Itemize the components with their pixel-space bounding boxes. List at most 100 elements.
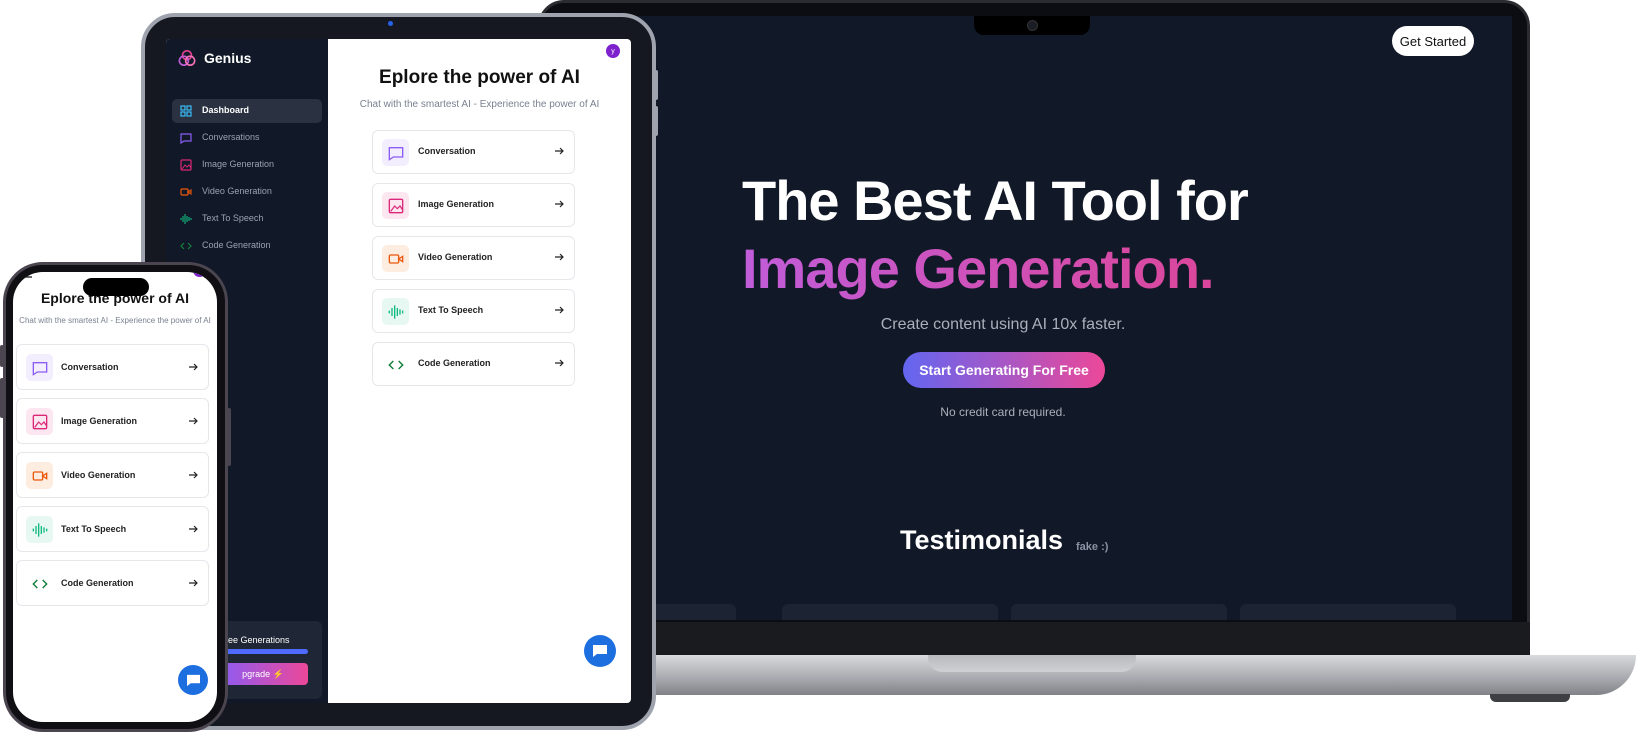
sidebar-item-label: Image Generation xyxy=(202,159,275,169)
upgrade-button[interactable]: pgrade ⚡ xyxy=(218,663,308,685)
page-subtitle: Chat with the smartest AI - Experience t… xyxy=(19,316,211,325)
free-generations-label: ee Generations xyxy=(228,635,290,645)
dynamic-island xyxy=(83,278,149,296)
tool-label: Image Generation xyxy=(61,416,138,426)
get-started-button[interactable]: Get Started xyxy=(1392,26,1474,56)
sidebar-item-code-generation[interactable]: Code Generation xyxy=(172,234,322,258)
tool-icon-box xyxy=(382,192,409,219)
sidebar-item-label: Dashboard xyxy=(202,105,250,115)
phone-button xyxy=(227,408,231,466)
zap-icon: ⚡ xyxy=(272,668,284,679)
tablet-button xyxy=(654,70,658,100)
page-title: Eplore the power of AI xyxy=(379,67,580,88)
arrow-right-icon xyxy=(555,306,564,314)
tool-card-image-generation[interactable]: Image Generation xyxy=(16,398,209,444)
video-icon xyxy=(180,188,192,196)
tool-card-code-generation[interactable]: Code Generation xyxy=(372,342,575,386)
tool-card-text-to-speech[interactable]: Text To Speech xyxy=(372,289,575,333)
tablet-button xyxy=(654,106,658,136)
audio-wave-icon xyxy=(388,304,403,319)
arrow-right-icon xyxy=(189,579,198,587)
tool-icon-box xyxy=(382,351,409,378)
upgrade-label: pgrade xyxy=(242,669,271,679)
sidebar-item-video-generation[interactable]: Video Generation xyxy=(172,180,322,204)
testimonials-title: Testimonials xyxy=(900,525,1064,555)
hero-subtitle: Create content using AI 10x faster. xyxy=(880,316,1126,333)
sidebar-item-label: Code Generation xyxy=(202,240,271,250)
tool-icon-box xyxy=(26,408,53,435)
sidebar-item-text-to-speech[interactable]: Text To Speech xyxy=(172,207,322,231)
tool-card-image-generation[interactable]: Image Generation xyxy=(372,183,575,227)
testimonial-card xyxy=(1011,604,1227,620)
camera-notch xyxy=(974,16,1090,35)
tool-card-conversation[interactable]: Conversation xyxy=(16,344,209,390)
tool-card-video-generation[interactable]: Video Generation xyxy=(16,452,209,498)
testimonial-card xyxy=(1240,604,1456,620)
sidebar-item-image-generation[interactable]: Image Generation xyxy=(172,153,322,177)
tool-label: Code Generation xyxy=(61,578,134,588)
sidebar-item-conversations[interactable]: Conversations xyxy=(172,126,322,150)
phone-button xyxy=(0,345,4,367)
testimonials-note: fake :) xyxy=(1076,541,1109,553)
video-icon xyxy=(388,253,403,264)
tool-icon-box xyxy=(26,570,53,597)
arrow-right-icon xyxy=(189,525,198,533)
user-avatar[interactable]: y xyxy=(606,44,620,58)
hero-title: The Best AI Tool for xyxy=(742,169,1249,232)
menu-icon[interactable] xyxy=(20,272,32,278)
arrow-right-icon xyxy=(555,253,564,261)
tool-label: Video Generation xyxy=(418,252,493,262)
testimonial-card xyxy=(782,604,998,620)
camera-icon xyxy=(1027,20,1038,31)
tool-label: Text To Speech xyxy=(418,305,484,315)
chat-support-button[interactable] xyxy=(584,635,616,667)
tool-icon-box xyxy=(382,139,409,166)
audio-wave-icon xyxy=(32,522,47,537)
sidebar-item-dashboard[interactable]: Dashboard xyxy=(172,99,322,123)
arrow-right-icon xyxy=(555,359,564,367)
laptop-chin xyxy=(538,622,1530,656)
arrow-right-icon xyxy=(555,147,564,155)
tool-icon-box xyxy=(26,462,53,489)
usage-progress-bar xyxy=(218,649,308,654)
tool-label: Conversation xyxy=(418,146,476,156)
audio-wave-icon xyxy=(180,214,192,224)
start-generating-button[interactable]: Start Generating For Free xyxy=(903,352,1105,388)
tool-label: Video Generation xyxy=(61,470,136,480)
tool-icon-box xyxy=(26,516,53,543)
tool-card-text-to-speech[interactable]: Text To Speech xyxy=(16,506,209,552)
message-icon xyxy=(388,146,403,161)
hero-title-highlight: Image Generation. xyxy=(742,236,1302,301)
tablet-dashboard-screen: Genius Dashboard Conversations Image Gen… xyxy=(166,39,631,703)
sidebar-item-label: Conversations xyxy=(202,132,260,142)
arrow-right-icon xyxy=(189,417,198,425)
code-icon xyxy=(180,242,192,250)
code-icon xyxy=(387,359,404,370)
tool-card-video-generation[interactable]: Video Generation xyxy=(372,236,575,280)
chat-bubble-icon xyxy=(593,645,607,657)
video-icon xyxy=(32,470,47,481)
phone-dashboard-screen: y Eplore the power of AI Chat with the s… xyxy=(13,272,217,722)
phone-button xyxy=(0,378,4,418)
brand-logo-icon xyxy=(178,49,196,67)
brand-name: Genius xyxy=(204,50,252,66)
tool-icon-box xyxy=(382,298,409,325)
code-icon xyxy=(31,578,48,589)
tool-label: Code Generation xyxy=(418,358,491,368)
tool-icon-box xyxy=(26,354,53,381)
arrow-right-icon xyxy=(189,363,198,371)
sidebar-item-label: Video Generation xyxy=(202,186,272,196)
dashboard-icon xyxy=(180,105,192,117)
tablet-camera-icon xyxy=(388,21,393,26)
page-subtitle: Chat with the smartest AI - Experience t… xyxy=(359,99,600,110)
image-icon xyxy=(32,414,47,429)
sidebar-item-label: Text To Speech xyxy=(202,213,264,223)
chat-support-button[interactable] xyxy=(178,665,208,695)
tool-card-conversation[interactable]: Conversation xyxy=(372,130,575,174)
tool-card-code-generation[interactable]: Code Generation xyxy=(16,560,209,606)
message-icon xyxy=(32,361,47,376)
laptop-groove xyxy=(928,655,1136,672)
image-icon xyxy=(388,198,403,213)
tool-label: Conversation xyxy=(61,362,119,372)
image-icon xyxy=(180,159,192,171)
